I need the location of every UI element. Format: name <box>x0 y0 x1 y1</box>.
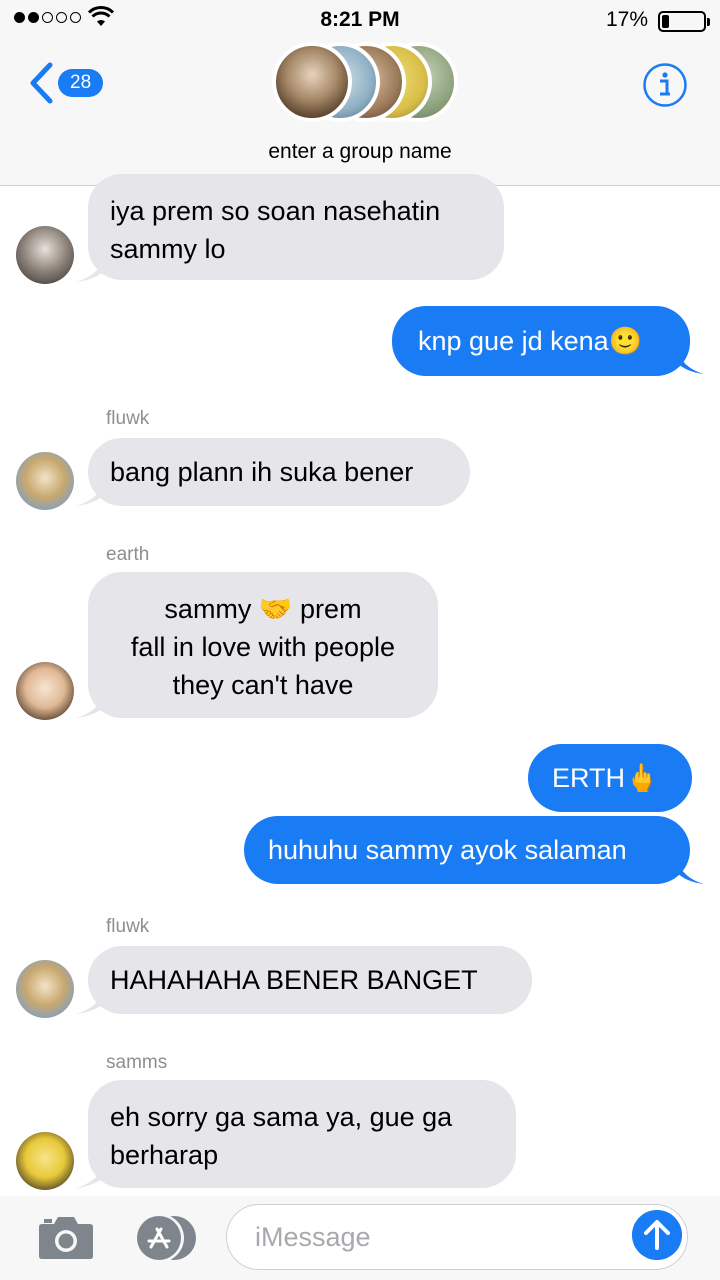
imessage-placeholder: iMessage <box>255 1222 371 1252</box>
conversation-header: 8:21 PM 17% 28 enter a group name <box>0 0 720 186</box>
message-bubble-outgoing[interactable]: huhuhu sammy ayok salaman <box>244 816 690 884</box>
message-line: sammy lo <box>110 234 226 264</box>
message-bubble-incoming[interactable]: eh sorry ga sama ya, gue ga berharap <box>88 1080 516 1188</box>
sender-name: fluwk <box>106 916 150 937</box>
message-bubble-incoming[interactable]: bang plann ih suka bener <box>88 438 470 506</box>
message-bubble-incoming[interactable]: iya prem so soan nasehatin sammy lo <box>88 174 504 280</box>
message-line: ERTH🖕 <box>552 763 659 793</box>
avatar[interactable] <box>16 1132 74 1190</box>
info-icon[interactable] <box>642 62 688 108</box>
sender-name: samms <box>106 1052 168 1073</box>
back-chevron-icon <box>30 62 53 104</box>
message-line: huhuhu sammy ayok salaman <box>268 835 627 865</box>
send-arrow-icon[interactable] <box>632 1210 682 1260</box>
camera-icon[interactable] <box>38 1214 94 1260</box>
message-line: fall in love with people <box>130 632 396 662</box>
group-avatars[interactable] <box>272 42 462 124</box>
avatar[interactable] <box>16 452 74 510</box>
message-line: eh sorry ga sama ya, gue ga <box>110 1102 453 1132</box>
message-line: knp gue jd kena🙂 <box>418 326 643 356</box>
avatar[interactable] <box>16 960 74 1018</box>
compose-bar: iMessage <box>0 1196 720 1280</box>
app-store-icon[interactable] <box>130 1214 198 1262</box>
message-line: bang plann ih suka bener <box>110 457 414 487</box>
message-line: they can't have <box>172 670 354 700</box>
status-bar: 8:21 PM 17% <box>0 0 720 40</box>
avatar[interactable] <box>16 662 74 720</box>
message-line: iya prem so soan nasehatin <box>110 196 441 226</box>
message-bubble-incoming[interactable]: HAHAHAHA BENER BANGET <box>88 946 532 1014</box>
message-line: HAHAHAHA BENER BANGET <box>110 965 478 995</box>
message-line: berharap <box>110 1140 219 1170</box>
back-button[interactable]: 28 <box>28 62 104 104</box>
unread-count-badge: 28 <box>58 69 104 97</box>
message-bubble-incoming[interactable]: sammy 🤝 prem fall in love with people th… <box>88 572 438 718</box>
battery-level <box>662 15 669 28</box>
battery-percentage: 17% <box>605 8 648 31</box>
imessage-input[interactable]: iMessage <box>226 1204 688 1270</box>
sender-name: fluwk <box>106 408 150 429</box>
battery-icon <box>658 11 710 32</box>
avatar[interactable] <box>16 226 74 284</box>
group-name-field[interactable]: enter a group name <box>0 140 720 164</box>
group-avatar-main <box>272 42 352 122</box>
message-bubble-outgoing[interactable]: ERTH🖕 <box>528 744 692 812</box>
sender-name: earth <box>106 544 150 565</box>
message-bubble-outgoing[interactable]: knp gue jd kena🙂 <box>392 306 690 376</box>
message-line: sammy 🤝 prem <box>164 594 362 624</box>
